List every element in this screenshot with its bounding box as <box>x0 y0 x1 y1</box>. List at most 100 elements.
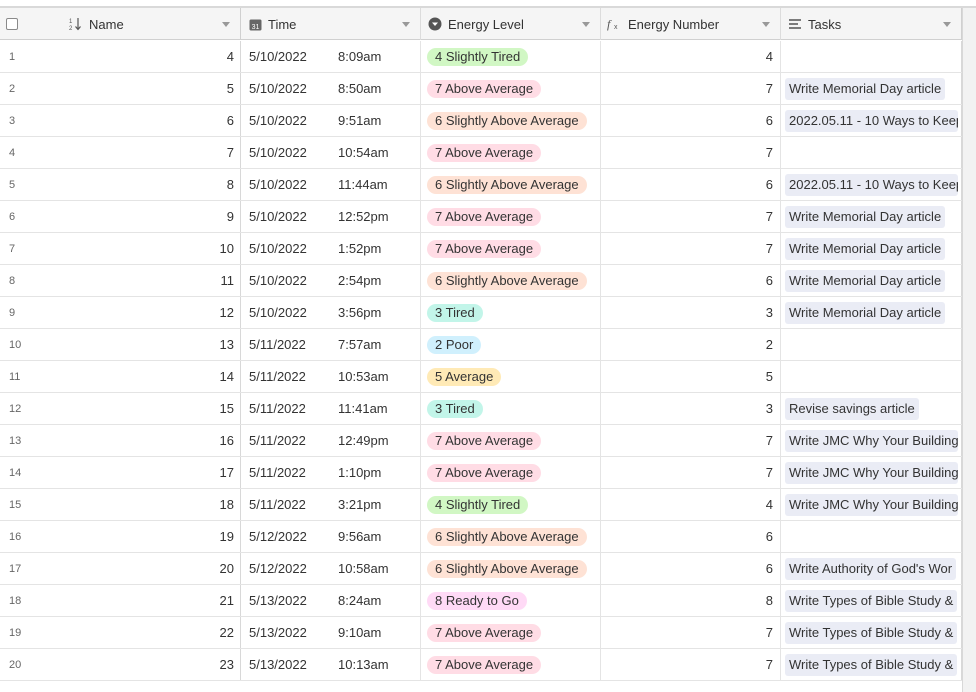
time-cell[interactable]: 5/10/2022 8:50am <box>241 73 421 104</box>
task-chip[interactable]: Write Memorial Day article <box>785 77 946 100</box>
name-cell[interactable]: 15 <box>62 393 241 424</box>
time-cell[interactable]: 5/11/2022 10:53am <box>241 361 421 392</box>
chevron-down-icon[interactable] <box>943 21 951 27</box>
name-cell[interactable]: 19 <box>62 521 241 552</box>
table-row[interactable]: 15 18 5/11/2022 3:21pm 4 Slightly Tired 4 Writ… <box>0 489 976 521</box>
time-cell[interactable]: 5/10/2022 10:54am <box>241 137 421 168</box>
table-row[interactable]: 12 15 5/11/2022 11:41am 3 Tired 3 Revise savin… <box>0 393 976 425</box>
energy-number-cell[interactable]: 2 <box>601 329 781 360</box>
name-cell[interactable]: 18 <box>62 489 241 520</box>
table-row[interactable]: 14 17 5/11/2022 1:10pm 7 Above Average 7 Write… <box>0 457 976 489</box>
column-header-time[interactable]: 31 Time <box>241 8 421 40</box>
energy-level-cell[interactable]: 7 Above Average <box>421 233 601 264</box>
task-chip[interactable]: Write Memorial Day article <box>785 301 946 324</box>
table-row[interactable]: 19 22 5/13/2022 9:10am 7 Above Average 7 Write… <box>0 617 976 649</box>
energy-number-cell[interactable]: 7 <box>601 73 781 104</box>
time-cell[interactable]: 5/12/2022 9:56am <box>241 521 421 552</box>
energy-number-cell[interactable]: 4 <box>601 41 781 72</box>
table-row[interactable]: 6 9 5/10/2022 12:52pm 7 Above Average 7 Write … <box>0 201 976 233</box>
tasks-cell[interactable] <box>781 329 962 360</box>
time-cell[interactable]: 5/11/2022 3:21pm <box>241 489 421 520</box>
energy-level-cell[interactable]: 7 Above Average <box>421 425 601 456</box>
tasks-cell[interactable]: Write Memorial Day article <box>781 265 962 296</box>
energy-number-cell[interactable]: 4 <box>601 489 781 520</box>
time-cell[interactable]: 5/10/2022 11:44am <box>241 169 421 200</box>
table-row[interactable]: 2 5 5/10/2022 8:50am 7 Above Average 7 Write M… <box>0 73 976 105</box>
energy-level-cell[interactable]: 7 Above Average <box>421 617 601 648</box>
tasks-cell[interactable] <box>781 521 962 552</box>
time-cell[interactable]: 5/10/2022 12:52pm <box>241 201 421 232</box>
energy-number-cell[interactable]: 7 <box>601 617 781 648</box>
energy-level-cell[interactable]: 3 Tired <box>421 297 601 328</box>
chevron-down-icon[interactable] <box>402 21 410 27</box>
tasks-cell[interactable]: Write Memorial Day article <box>781 233 962 264</box>
energy-level-cell[interactable]: 6 Slightly Above Average <box>421 553 601 584</box>
energy-level-cell[interactable]: 4 Slightly Tired <box>421 41 601 72</box>
column-header-energy-level[interactable]: Energy Level <box>421 8 601 40</box>
table-row[interactable]: 10 13 5/11/2022 7:57am 2 Poor 2 <box>0 329 976 361</box>
task-chip[interactable]: Write Types of Bible Study & <box>785 589 958 612</box>
name-cell[interactable]: 9 <box>62 201 241 232</box>
time-cell[interactable]: 5/13/2022 8:24am <box>241 585 421 616</box>
energy-level-cell[interactable]: 6 Slightly Above Average <box>421 169 601 200</box>
time-cell[interactable]: 5/11/2022 1:10pm <box>241 457 421 488</box>
time-cell[interactable]: 5/12/2022 10:58am <box>241 553 421 584</box>
name-cell[interactable]: 4 <box>62 41 241 72</box>
tasks-cell[interactable]: Revise savings article <box>781 393 962 424</box>
task-chip[interactable]: Write Authority of God's Wor <box>785 557 957 580</box>
task-chip[interactable]: Write Memorial Day article <box>785 269 946 292</box>
tasks-cell[interactable]: Write JMC Why Your Building <box>781 489 962 520</box>
time-cell[interactable]: 5/11/2022 12:49pm <box>241 425 421 456</box>
task-chip[interactable]: Write Types of Bible Study & <box>785 653 958 676</box>
name-cell[interactable]: 5 <box>62 73 241 104</box>
table-row[interactable]: 11 14 5/11/2022 10:53am 5 Average 5 <box>0 361 976 393</box>
tasks-cell[interactable]: Write Memorial Day article <box>781 73 962 104</box>
time-cell[interactable]: 5/10/2022 2:54pm <box>241 265 421 296</box>
energy-number-cell[interactable]: 7 <box>601 201 781 232</box>
tasks-cell[interactable]: Write JMC Why Your Building <box>781 425 962 456</box>
column-header-name[interactable]: 12 Name <box>62 8 241 40</box>
chevron-down-icon[interactable] <box>222 21 230 27</box>
tasks-cell[interactable]: Write Memorial Day article <box>781 201 962 232</box>
tasks-cell[interactable]: Write Types of Bible Study & <box>781 585 962 616</box>
task-chip[interactable]: 2022.05.11 - 10 Ways to Keep <box>785 109 958 132</box>
scroll-gutter[interactable] <box>962 8 976 692</box>
tasks-cell[interactable]: Write JMC Why Your Building <box>781 457 962 488</box>
energy-level-cell[interactable]: 7 Above Average <box>421 201 601 232</box>
time-cell[interactable]: 5/10/2022 8:09am <box>241 41 421 72</box>
energy-level-cell[interactable]: 7 Above Average <box>421 137 601 168</box>
task-chip[interactable]: 2022.05.11 - 10 Ways to Keep <box>785 173 958 196</box>
time-cell[interactable]: 5/10/2022 3:56pm <box>241 297 421 328</box>
select-all-checkbox[interactable] <box>6 18 18 30</box>
table-row[interactable]: 4 7 5/10/2022 10:54am 7 Above Average 7 <box>0 137 976 169</box>
chevron-down-icon[interactable] <box>762 21 770 27</box>
table-row[interactable]: 16 19 5/12/2022 9:56am 6 Slightly Above Aver… <box>0 521 976 553</box>
table-row[interactable]: 9 12 5/10/2022 3:56pm 3 Tired 3 Write Memorial… <box>0 297 976 329</box>
energy-number-cell[interactable]: 3 <box>601 297 781 328</box>
tasks-cell[interactable] <box>781 361 962 392</box>
name-cell[interactable]: 12 <box>62 297 241 328</box>
energy-level-cell[interactable]: 3 Tired <box>421 393 601 424</box>
energy-number-cell[interactable]: 3 <box>601 393 781 424</box>
energy-level-cell[interactable]: 6 Slightly Above Average <box>421 265 601 296</box>
table-row[interactable]: 13 16 5/11/2022 12:49pm 7 Above Average 7 Writ… <box>0 425 976 457</box>
energy-number-cell[interactable]: 7 <box>601 457 781 488</box>
table-row[interactable]: 17 20 5/12/2022 10:58am 6 Slightly Above Ave… <box>0 553 976 585</box>
name-cell[interactable]: 23 <box>62 649 241 680</box>
table-row[interactable]: 3 6 5/10/2022 9:51am 6 Slightly Above Averag… <box>0 105 976 137</box>
chevron-down-icon[interactable] <box>582 21 590 27</box>
time-cell[interactable]: 5/10/2022 9:51am <box>241 105 421 136</box>
tasks-cell[interactable] <box>781 41 962 72</box>
energy-level-cell[interactable]: 2 Poor <box>421 329 601 360</box>
name-cell[interactable]: 7 <box>62 137 241 168</box>
energy-number-cell[interactable]: 8 <box>601 585 781 616</box>
table-row[interactable]: 8 11 5/10/2022 2:54pm 6 Slightly Above Avera… <box>0 265 976 297</box>
tasks-cell[interactable]: Write Types of Bible Study & <box>781 617 962 648</box>
energy-level-cell[interactable]: 6 Slightly Above Average <box>421 105 601 136</box>
name-cell[interactable]: 13 <box>62 329 241 360</box>
energy-level-cell[interactable]: 8 Ready to Go <box>421 585 601 616</box>
energy-number-cell[interactable]: 6 <box>601 553 781 584</box>
name-cell[interactable]: 14 <box>62 361 241 392</box>
name-cell[interactable]: 16 <box>62 425 241 456</box>
task-chip[interactable]: Write JMC Why Your Building <box>785 429 958 452</box>
